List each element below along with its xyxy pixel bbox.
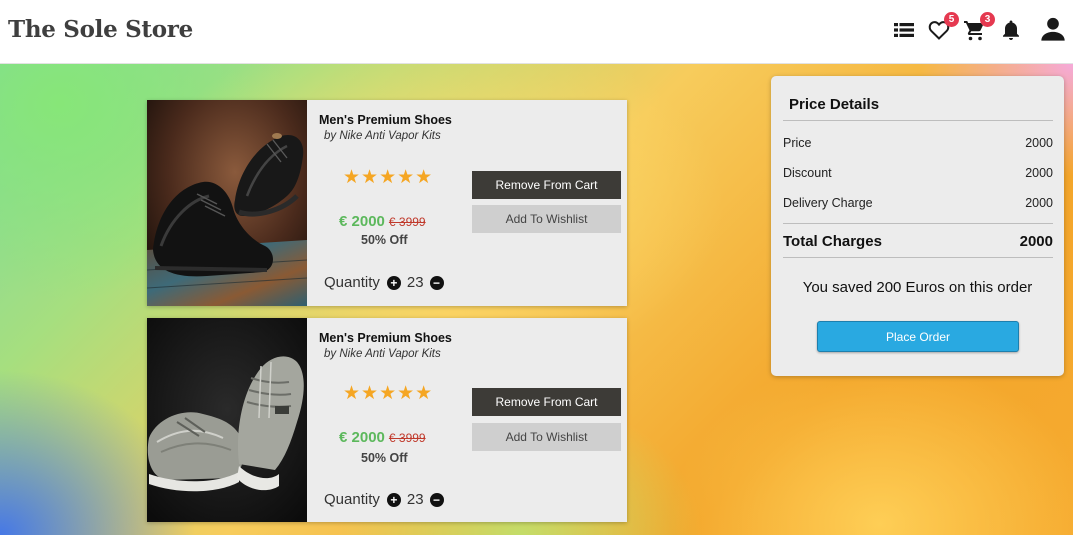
quantity-stepper: Quantity + 23 −: [324, 274, 444, 291]
discount-label: Discount: [783, 166, 832, 180]
product-brand: by Nike Anti Vapor Kits: [324, 130, 441, 142]
quantity-value: 23: [406, 274, 424, 291]
delivery-charge-value: 2000: [1025, 196, 1053, 210]
price-details-panel: Price Details Price 2000 Discount 2000 D…: [771, 76, 1064, 376]
quantity-value: 23: [406, 491, 424, 508]
total-charges-row: Total Charges 2000: [783, 233, 1053, 250]
total-charges-value: 2000: [1019, 233, 1053, 250]
product-brand: by Nike Anti Vapor Kits: [324, 348, 441, 360]
product-title[interactable]: Men's Premium Shoes: [319, 331, 452, 345]
rating-stars: ★★★★★: [343, 383, 434, 404]
divider: [783, 223, 1053, 224]
navbar: The Sole Store 5 3: [0, 0, 1073, 64]
savings-message: You saved 200 Euros on this order: [802, 279, 1033, 296]
rating-stars: ★★★★★: [343, 167, 434, 188]
cart-count-badge: 3: [980, 12, 995, 27]
delivery-charge-label: Delivery Charge: [783, 196, 873, 210]
original-price: € 3999: [388, 431, 426, 445]
increase-quantity-button[interactable]: +: [386, 492, 401, 507]
quantity-stepper: Quantity + 23 −: [324, 491, 444, 508]
wishlist-count-badge: 5: [944, 12, 959, 27]
remove-from-cart-button[interactable]: Remove From Cart: [472, 171, 621, 199]
price-value: 2000: [1025, 136, 1053, 150]
price-details-title: Price Details: [789, 96, 880, 113]
remove-from-cart-button[interactable]: Remove From Cart: [472, 388, 621, 416]
cart-button[interactable]: 3: [963, 12, 995, 42]
place-order-button[interactable]: Place Order: [817, 321, 1019, 352]
product-image-black-shoes[interactable]: [147, 100, 307, 306]
list-icon[interactable]: [892, 18, 916, 42]
cart-item-card: Men's Premium Shoes by Nike Anti Vapor K…: [147, 318, 627, 522]
divider: [783, 257, 1053, 258]
total-charges-label: Total Charges: [783, 233, 882, 250]
price-label: Price: [783, 136, 812, 150]
price-row: Price 2000: [783, 136, 1053, 150]
decrease-quantity-button[interactable]: −: [429, 492, 444, 507]
discount-value: 2000: [1025, 166, 1053, 180]
current-price: € 2000: [339, 213, 385, 230]
discount-label: 50% Off: [361, 233, 408, 247]
brand-logo[interactable]: The Sole Store: [8, 16, 193, 43]
price-row: € 2000 € 3999: [339, 213, 426, 231]
current-price: € 2000: [339, 429, 385, 446]
product-image-grey-sneakers[interactable]: [147, 318, 307, 522]
product-title[interactable]: Men's Premium Shoes: [319, 113, 452, 127]
add-to-wishlist-button[interactable]: Add To Wishlist: [472, 205, 621, 233]
wishlist-button[interactable]: 5: [927, 12, 959, 42]
price-row: € 2000 € 3999: [339, 429, 426, 447]
bell-icon[interactable]: [999, 18, 1023, 42]
add-to-wishlist-button[interactable]: Add To Wishlist: [472, 423, 621, 451]
original-price: € 3999: [388, 215, 426, 229]
quantity-label: Quantity: [324, 491, 380, 508]
divider: [783, 120, 1053, 121]
user-icon[interactable]: [1039, 15, 1067, 43]
decrease-quantity-button[interactable]: −: [429, 275, 444, 290]
delivery-charge-row: Delivery Charge 2000: [783, 196, 1053, 210]
quantity-label: Quantity: [324, 274, 380, 291]
discount-label: 50% Off: [361, 451, 408, 465]
discount-row: Discount 2000: [783, 166, 1053, 180]
cart-item-card: Men's Premium Shoes by Nike Anti Vapor K…: [147, 100, 627, 306]
increase-quantity-button[interactable]: +: [386, 275, 401, 290]
